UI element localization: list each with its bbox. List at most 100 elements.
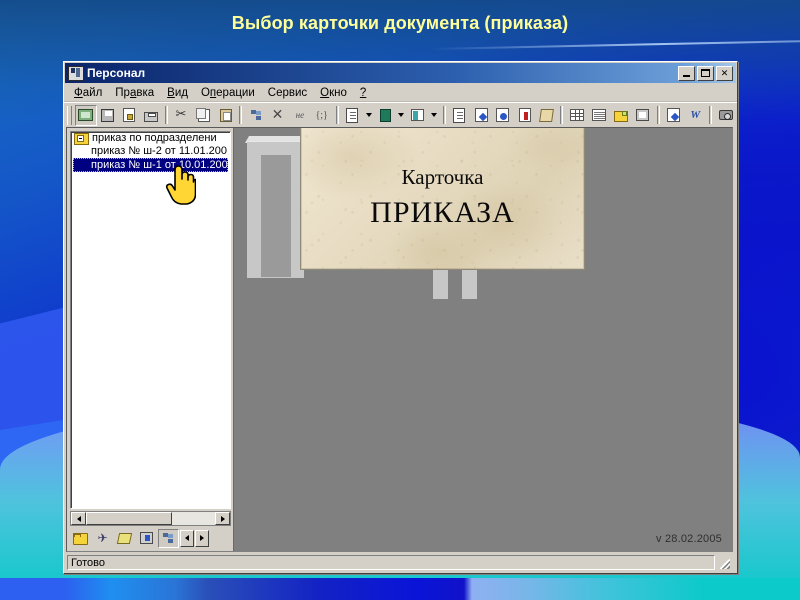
download-icon[interactable] — [136, 529, 157, 548]
card-window-icon[interactable] — [407, 105, 429, 126]
tree-item-order-sh1[interactable]: приказ № ш-1 от 10.01.200 — [73, 158, 228, 172]
card-window-dropdown-icon[interactable] — [429, 105, 440, 126]
decor-bar-right — [462, 266, 477, 299]
table-grid-icon[interactable] — [566, 105, 588, 126]
scroll-left-button[interactable] — [71, 512, 86, 525]
x-glyph: ✕ — [271, 106, 284, 123]
scroll-track[interactable] — [172, 512, 215, 525]
stamp-glyph — [496, 108, 510, 122]
tree-glyph — [250, 109, 263, 122]
word-glyph: W — [690, 109, 701, 121]
folder-glyph — [73, 533, 88, 545]
toolbar-separator — [560, 106, 564, 124]
window-titlebar[interactable]: Персонал ✕ — [65, 63, 736, 83]
copy-glyph — [195, 107, 210, 122]
menu-item-window[interactable]: Окно — [314, 86, 354, 100]
close-button[interactable]: ✕ — [716, 65, 733, 81]
camera-icon[interactable] — [715, 105, 737, 126]
statusbar: Готово — [66, 554, 733, 571]
stamp-icon[interactable] — [492, 105, 514, 126]
arrow-left-icon — [185, 535, 189, 541]
pencil-glyph — [474, 108, 488, 122]
delete-x-icon[interactable]: ✕ — [267, 105, 289, 126]
note-glyph — [666, 108, 680, 122]
card-glyph — [411, 109, 425, 121]
printer-glyph — [144, 111, 159, 122]
spreadsheet-icon[interactable] — [588, 105, 610, 126]
monitor-glyph — [78, 109, 94, 121]
tree-structure-icon[interactable] — [245, 105, 267, 126]
menu-item-help[interactable]: ? — [354, 86, 373, 100]
minimize-button[interactable] — [678, 65, 695, 81]
arrow-right-icon — [220, 515, 225, 522]
scroll-right-button[interactable] — [215, 512, 230, 525]
menu-item-edit[interactable]: Правка — [109, 86, 161, 100]
decor-arch-inner — [261, 155, 291, 277]
tree-item-order-sh2[interactable]: приказ № ш-2 от 11.01.200 — [71, 145, 230, 158]
save-glyph — [101, 108, 115, 122]
document-glyph — [453, 107, 466, 123]
tree-item-department-order[interactable]: приказ по подразделени — [71, 132, 230, 145]
main-toolbar: ✂ ✕ не {;} W — [64, 102, 737, 127]
decor-bar-left — [433, 266, 448, 299]
window-title: Персонал — [87, 66, 146, 80]
app-icon — [68, 65, 84, 81]
arrow-right-icon — [200, 535, 204, 541]
folder-icon[interactable] — [70, 529, 91, 548]
monitor-view-icon[interactable] — [74, 104, 97, 126]
menu-item-operations[interactable]: Операции — [195, 86, 262, 100]
braces-glyph: {;} — [315, 109, 328, 121]
document-tree[interactable]: приказ по подразделени приказ № ш-2 от 1… — [70, 131, 231, 509]
folder-open-icon — [74, 132, 89, 145]
background-bottom-strip — [0, 578, 800, 600]
hierarchy-glyph — [162, 532, 175, 545]
cut-icon[interactable]: ✂ — [171, 105, 193, 126]
braces-icon[interactable]: {;} — [311, 105, 333, 126]
chevron-down-icon — [431, 113, 438, 117]
menu-item-file[interactable]: Файл — [68, 86, 109, 100]
document-check-icon[interactable] — [470, 105, 492, 126]
scroll-thumb[interactable] — [86, 512, 172, 525]
tree-horizontal-scrollbar[interactable] — [70, 511, 231, 526]
properties-glyph — [636, 109, 650, 121]
print-icon[interactable] — [140, 105, 162, 126]
paste-icon[interactable] — [215, 105, 237, 126]
nav-prev-icon[interactable] — [180, 529, 194, 547]
maximize-button[interactable] — [697, 65, 714, 81]
diamond-tag-icon[interactable] — [114, 529, 135, 548]
lock-document-icon[interactable] — [119, 105, 141, 126]
menu-item-service[interactable]: Сервис — [262, 86, 314, 100]
document-glyph — [346, 107, 359, 123]
new-document-dropdown-icon[interactable] — [363, 105, 374, 126]
card-title-line2: ПРИКАЗА — [370, 195, 515, 229]
camera-glyph — [718, 110, 733, 120]
hand-cursor — [165, 165, 196, 205]
tree-item-label: приказ № ш-2 от 11.01.200 — [91, 145, 227, 157]
copy-icon[interactable] — [193, 105, 215, 126]
plane-icon[interactable]: ✈ — [92, 529, 113, 548]
menu-item-view[interactable]: Вид — [161, 86, 195, 100]
toolbar-grip[interactable] — [67, 105, 72, 125]
tree-item-label: приказ № ш-1 от 10.01.200 — [91, 159, 228, 171]
resize-grip-icon[interactable] — [717, 556, 731, 570]
word-export-icon[interactable]: W — [684, 105, 706, 126]
hierarchy-icon[interactable] — [158, 528, 179, 548]
document-icon[interactable] — [449, 105, 471, 126]
nav-next-icon[interactable] — [195, 529, 209, 547]
italic-ne-icon[interactable]: не — [289, 105, 311, 126]
order-card[interactable]: Карточка ПРИКАЗА — [300, 128, 585, 270]
lock-glyph — [123, 108, 136, 122]
book-icon[interactable] — [536, 105, 558, 126]
edit-note-icon[interactable] — [663, 105, 685, 126]
tree-item-label: приказ по подразделени — [92, 132, 217, 144]
new-folder-icon[interactable] — [610, 105, 632, 126]
tree-mini-toolbar: ✈ — [70, 528, 231, 548]
green-book-icon[interactable] — [374, 105, 396, 126]
properties-icon[interactable] — [632, 105, 654, 126]
save-record-icon[interactable] — [97, 105, 119, 126]
green-book-dropdown-icon[interactable] — [396, 105, 407, 126]
table-glyph — [570, 109, 585, 121]
plane-glyph: ✈ — [97, 531, 108, 545]
new-document-icon[interactable] — [342, 105, 364, 126]
red-marker-icon[interactable] — [514, 105, 536, 126]
